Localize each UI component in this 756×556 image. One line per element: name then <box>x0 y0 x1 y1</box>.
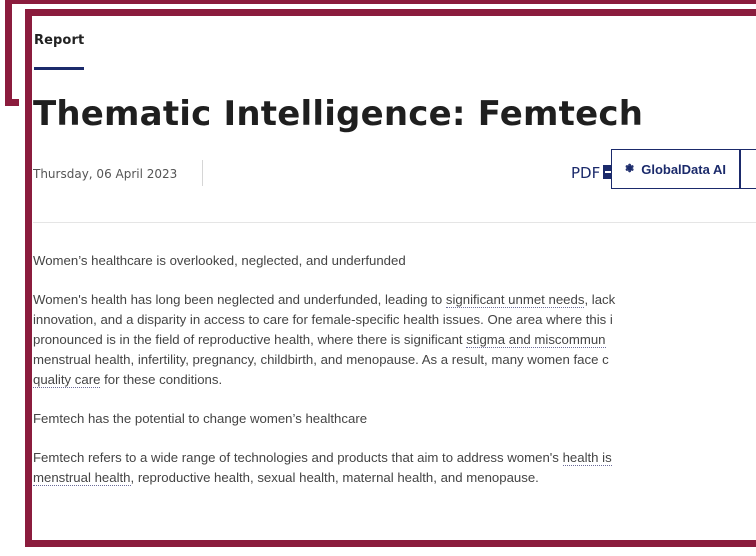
report-content: Report Thematic Intelligence: Femtech Th… <box>33 16 756 540</box>
subheading-paragraph: Women’s healthcare is overlooked, neglec… <box>33 251 756 271</box>
header-divider <box>33 222 756 223</box>
glossary-link[interactable]: menstrual health <box>33 470 131 486</box>
adjacent-toolbar-button[interactable] <box>740 149 756 189</box>
paragraph-text: Femtech has the potential to change wome… <box>33 411 368 426</box>
pdf-download-link[interactable]: PDF <box>571 164 615 182</box>
report-body: Women’s healthcare is overlooked, neglec… <box>33 251 756 507</box>
paragraph-line: quality care for these conditions. <box>33 370 756 390</box>
paragraph-text: , lack <box>584 292 616 307</box>
publish-date: Thursday, 06 April 2023 <box>33 167 178 181</box>
body-paragraph: Femtech refers to a wide range of techno… <box>33 448 756 488</box>
ai-button-label: GlobalData AI <box>641 161 726 177</box>
eyebrow-underline <box>34 67 84 70</box>
paragraph-line: pronounced is in the field of reproducti… <box>33 330 756 350</box>
paragraph-text: Women’s healthcare is overlooked, neglec… <box>33 253 406 268</box>
subheading-paragraph: Femtech has the potential to change wome… <box>33 409 756 429</box>
paragraph-text: for these conditions. <box>100 372 223 387</box>
paragraph-line: menstrual health, reproductive health, s… <box>33 468 756 488</box>
top-accent-bar <box>5 0 756 9</box>
paragraph-line: Femtech refers to a wide range of techno… <box>33 448 756 468</box>
brain-icon: ❃ <box>625 162 635 175</box>
paragraph-line: innovation, and a disparity in access to… <box>33 312 613 327</box>
paragraph-text: , reproductive health, sexual health, ma… <box>130 470 539 485</box>
glossary-link[interactable]: significant unmet needs <box>445 292 585 308</box>
glossary-link[interactable]: quality care <box>33 372 101 388</box>
date-divider <box>202 160 203 186</box>
pdf-label: PDF <box>571 164 601 182</box>
globaldata-ai-button[interactable]: ❃ GlobalData AI <box>611 149 740 189</box>
glossary-link[interactable]: stigma and miscommun <box>466 332 606 348</box>
report-type-label: Report <box>34 33 85 48</box>
body-paragraph: Women's health has long been neglected a… <box>33 290 756 390</box>
corner-bracket <box>5 0 19 106</box>
page-title: Thematic Intelligence: Femtech <box>33 93 644 134</box>
paragraph-line: Women's health has long been neglected a… <box>33 290 756 310</box>
paragraph-text: Women's health has long been neglected a… <box>33 292 446 307</box>
glossary-link[interactable]: health is <box>562 450 612 466</box>
meta-row: Thursday, 06 April 2023 PDF ❃ GlobalData… <box>33 149 756 200</box>
paragraph-line: menstrual health, infertility, pregnancy… <box>33 352 609 367</box>
paragraph-text: Femtech refers to a wide range of techno… <box>33 450 563 465</box>
paragraph-text: pronounced is in the field of reproducti… <box>33 332 467 347</box>
